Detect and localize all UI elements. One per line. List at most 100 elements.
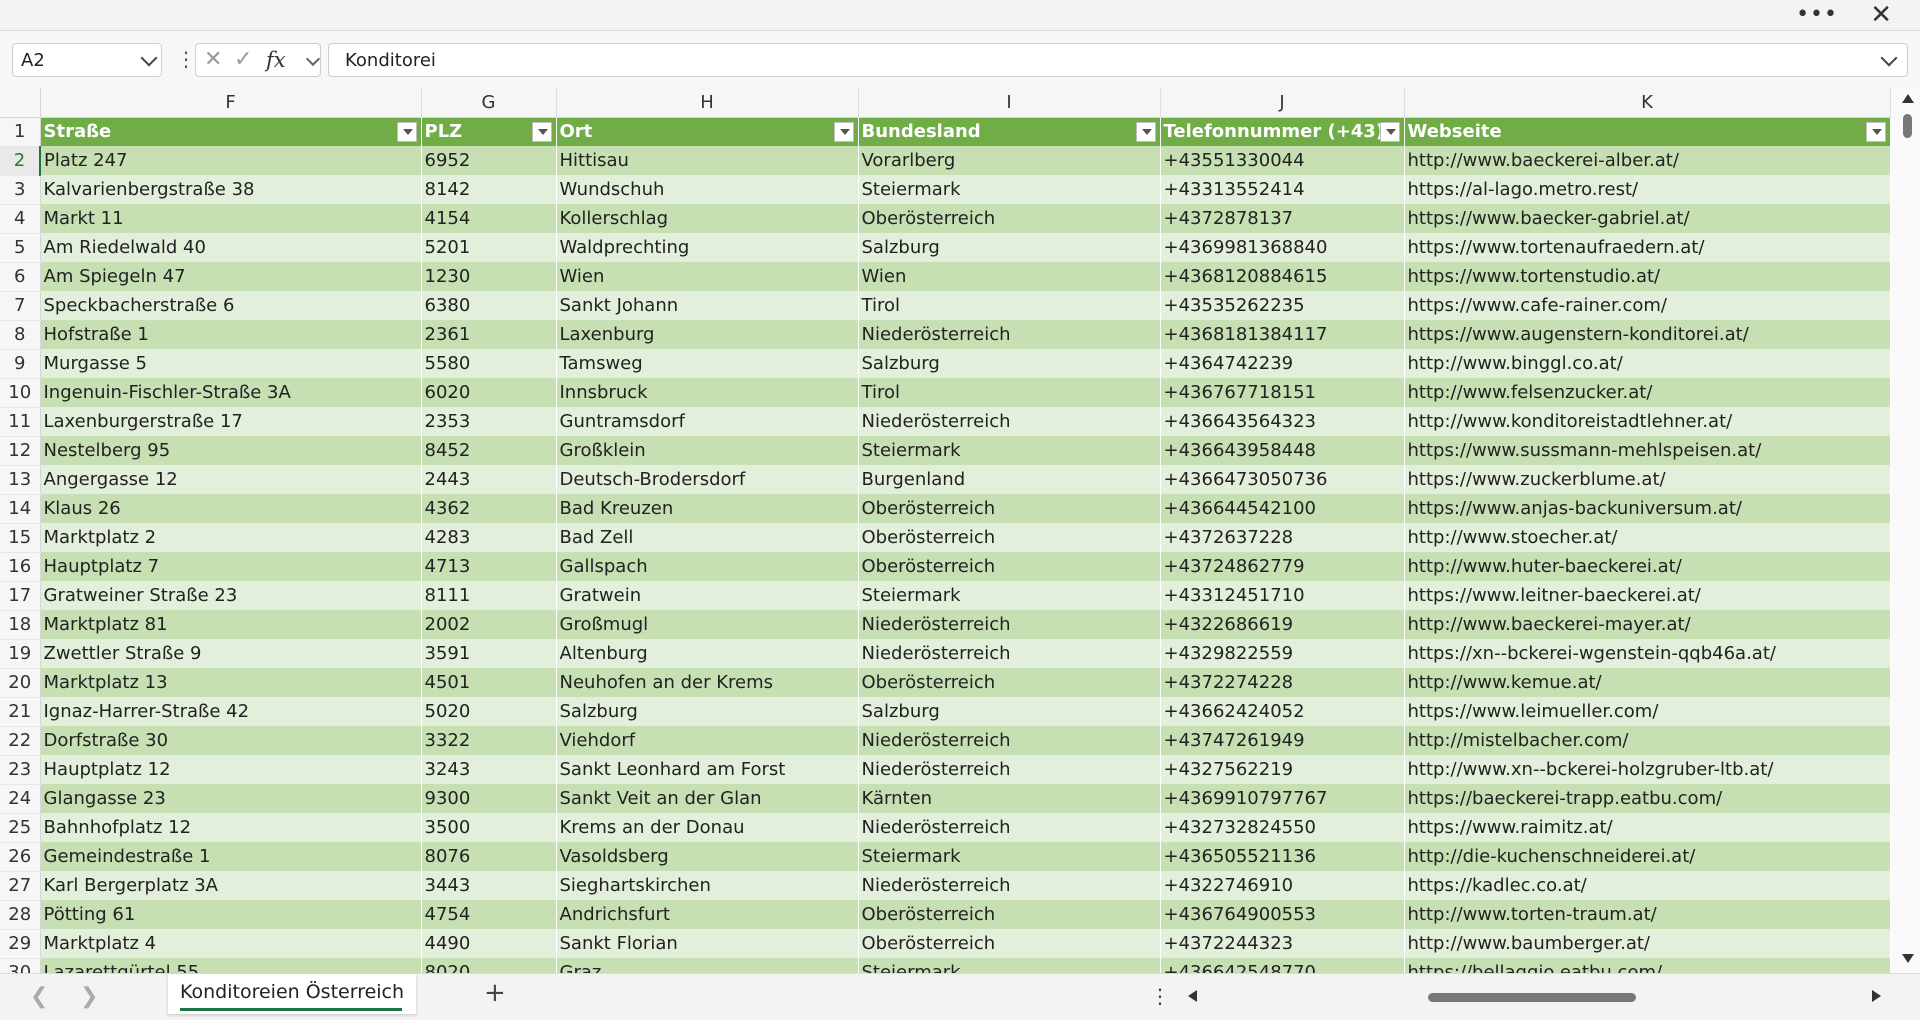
chevron-down-icon[interactable] bbox=[305, 51, 321, 67]
table-cell[interactable]: https://xn--bckerei-wgenstein-qqb46a.at/ bbox=[1404, 639, 1891, 668]
sheet-tab[interactable]: Konditoreien Österreich bbox=[168, 974, 416, 1014]
table-cell[interactable]: Gallspach bbox=[556, 552, 859, 581]
table-cell[interactable]: https://www.tortenstudio.at/ bbox=[1404, 262, 1891, 291]
table-header-cell[interactable]: Telefonnummer (+43) bbox=[1160, 117, 1405, 146]
table-cell[interactable]: Dorfstraße 30 bbox=[40, 726, 422, 755]
table-cell[interactable]: http://www.stoecher.at/ bbox=[1404, 523, 1891, 552]
table-cell[interactable]: Klaus 26 bbox=[40, 494, 422, 523]
table-header-cell[interactable]: Ort bbox=[556, 117, 859, 146]
table-cell[interactable]: Kärnten bbox=[858, 784, 1161, 813]
table-cell[interactable]: 4283 bbox=[421, 523, 557, 552]
table-cell[interactable]: Laxenburgerstraße 17 bbox=[40, 407, 422, 436]
table-cell[interactable]: Bad Kreuzen bbox=[556, 494, 859, 523]
row-header[interactable]: 7 bbox=[0, 291, 41, 321]
row-header[interactable]: 22 bbox=[0, 726, 41, 756]
row-header[interactable]: 4 bbox=[0, 204, 41, 234]
table-cell[interactable]: Salzburg bbox=[858, 697, 1161, 726]
table-cell[interactable]: Guntramsdorf bbox=[556, 407, 859, 436]
table-cell[interactable]: Hauptplatz 12 bbox=[40, 755, 422, 784]
table-cell[interactable]: +4329822559 bbox=[1160, 639, 1405, 668]
table-cell[interactable]: 4362 bbox=[421, 494, 557, 523]
table-cell[interactable]: Sankt Florian bbox=[556, 929, 859, 958]
table-cell[interactable]: 4754 bbox=[421, 900, 557, 929]
table-cell[interactable]: 2353 bbox=[421, 407, 557, 436]
table-cell[interactable]: +4372274228 bbox=[1160, 668, 1405, 697]
row-header[interactable]: 25 bbox=[0, 813, 41, 843]
table-cell[interactable]: Lazarettgürtel 55 bbox=[40, 958, 422, 973]
table-cell[interactable]: +43313552414 bbox=[1160, 175, 1405, 204]
prev-sheet-icon[interactable]: ❮ bbox=[30, 984, 48, 1009]
table-cell[interactable]: Bad Zell bbox=[556, 523, 859, 552]
table-cell[interactable]: Am Spiegeln 47 bbox=[40, 262, 422, 291]
column-header[interactable]: K bbox=[1404, 88, 1891, 118]
table-cell[interactable]: Murgasse 5 bbox=[40, 349, 422, 378]
table-cell[interactable]: 3243 bbox=[421, 755, 557, 784]
table-cell[interactable]: +4322746910 bbox=[1160, 871, 1405, 900]
table-cell[interactable]: Oberösterreich bbox=[858, 523, 1161, 552]
table-cell[interactable]: Glangasse 23 bbox=[40, 784, 422, 813]
table-cell[interactable]: Niederösterreich bbox=[858, 871, 1161, 900]
table-cell[interactable]: Steiermark bbox=[858, 842, 1161, 871]
expand-formula-icon[interactable] bbox=[1880, 49, 1898, 67]
table-cell[interactable]: 8076 bbox=[421, 842, 557, 871]
table-cell[interactable]: https://kadlec.co.at/ bbox=[1404, 871, 1891, 900]
table-cell[interactable]: 5201 bbox=[421, 233, 557, 262]
table-cell[interactable]: Markt 11 bbox=[40, 204, 422, 233]
table-cell[interactable]: 2002 bbox=[421, 610, 557, 639]
table-header-cell[interactable]: Webseite bbox=[1404, 117, 1891, 146]
table-cell[interactable]: Niederösterreich bbox=[858, 320, 1161, 349]
table-cell[interactable]: http://www.baeckerei-mayer.at/ bbox=[1404, 610, 1891, 639]
table-cell[interactable]: Karl Bergerplatz 3A bbox=[40, 871, 422, 900]
table-cell[interactable]: Niederösterreich bbox=[858, 726, 1161, 755]
table-cell[interactable]: Gratwein bbox=[556, 581, 859, 610]
row-header[interactable]: 21 bbox=[0, 697, 41, 727]
table-cell[interactable]: +4368181384117 bbox=[1160, 320, 1405, 349]
horizontal-scroll-thumb[interactable] bbox=[1428, 993, 1636, 1002]
row-header[interactable]: 8 bbox=[0, 320, 41, 350]
table-cell[interactable]: https://www.baecker-gabriel.at/ bbox=[1404, 204, 1891, 233]
table-cell[interactable]: http://www.kemue.at/ bbox=[1404, 668, 1891, 697]
table-cell[interactable]: http://die-kuchenschneiderei.at/ bbox=[1404, 842, 1891, 871]
table-cell[interactable]: +4322686619 bbox=[1160, 610, 1405, 639]
scroll-right-icon[interactable] bbox=[1872, 990, 1881, 1002]
table-cell[interactable]: Deutsch-Brodersdorf bbox=[556, 465, 859, 494]
row-header[interactable]: 23 bbox=[0, 755, 41, 785]
table-cell[interactable]: 6020 bbox=[421, 378, 557, 407]
table-cell[interactable]: http://www.felsenzucker.at/ bbox=[1404, 378, 1891, 407]
table-cell[interactable]: Hofstraße 1 bbox=[40, 320, 422, 349]
vertical-scrollbar[interactable] bbox=[1896, 88, 1920, 973]
table-cell[interactable]: Andrichsfurt bbox=[556, 900, 859, 929]
table-cell[interactable]: 3500 bbox=[421, 813, 557, 842]
scroll-up-icon[interactable] bbox=[1902, 94, 1914, 103]
row-header[interactable]: 3 bbox=[0, 175, 41, 205]
table-cell[interactable]: Marktplatz 13 bbox=[40, 668, 422, 697]
table-cell[interactable]: Sankt Veit an der Glan bbox=[556, 784, 859, 813]
table-cell[interactable]: Niederösterreich bbox=[858, 813, 1161, 842]
table-cell[interactable]: 4713 bbox=[421, 552, 557, 581]
table-cell[interactable]: +4368120884615 bbox=[1160, 262, 1405, 291]
filter-dropdown-icon[interactable] bbox=[531, 121, 552, 142]
table-cell[interactable]: Großmugl bbox=[556, 610, 859, 639]
table-cell[interactable]: Oberösterreich bbox=[858, 929, 1161, 958]
table-cell[interactable]: +4369910797767 bbox=[1160, 784, 1405, 813]
table-cell[interactable]: +436764900553 bbox=[1160, 900, 1405, 929]
table-cell[interactable]: 8111 bbox=[421, 581, 557, 610]
table-cell[interactable]: +4369981368840 bbox=[1160, 233, 1405, 262]
select-all-corner[interactable] bbox=[0, 88, 41, 118]
formula-input[interactable]: Konditorei bbox=[328, 43, 1908, 77]
table-cell[interactable]: Bahnhofplatz 12 bbox=[40, 813, 422, 842]
row-header[interactable]: 17 bbox=[0, 581, 41, 611]
table-cell[interactable]: http://www.binggl.co.at/ bbox=[1404, 349, 1891, 378]
table-cell[interactable]: +43724862779 bbox=[1160, 552, 1405, 581]
table-cell[interactable]: Neuhofen an der Krems bbox=[556, 668, 859, 697]
table-cell[interactable]: +43747261949 bbox=[1160, 726, 1405, 755]
chevron-down-icon[interactable] bbox=[140, 49, 158, 67]
table-cell[interactable]: http://www.xn--bckerei-holzgruber-ltb.at… bbox=[1404, 755, 1891, 784]
insert-function-icon[interactable]: fx bbox=[266, 48, 286, 72]
table-cell[interactable]: Salzburg bbox=[556, 697, 859, 726]
table-cell[interactable]: +4364742239 bbox=[1160, 349, 1405, 378]
more-vertical-icon[interactable]: ⋮ bbox=[1150, 984, 1170, 1008]
table-cell[interactable]: +432732824550 bbox=[1160, 813, 1405, 842]
table-cell[interactable]: Niederösterreich bbox=[858, 755, 1161, 784]
row-header[interactable]: 20 bbox=[0, 668, 41, 698]
